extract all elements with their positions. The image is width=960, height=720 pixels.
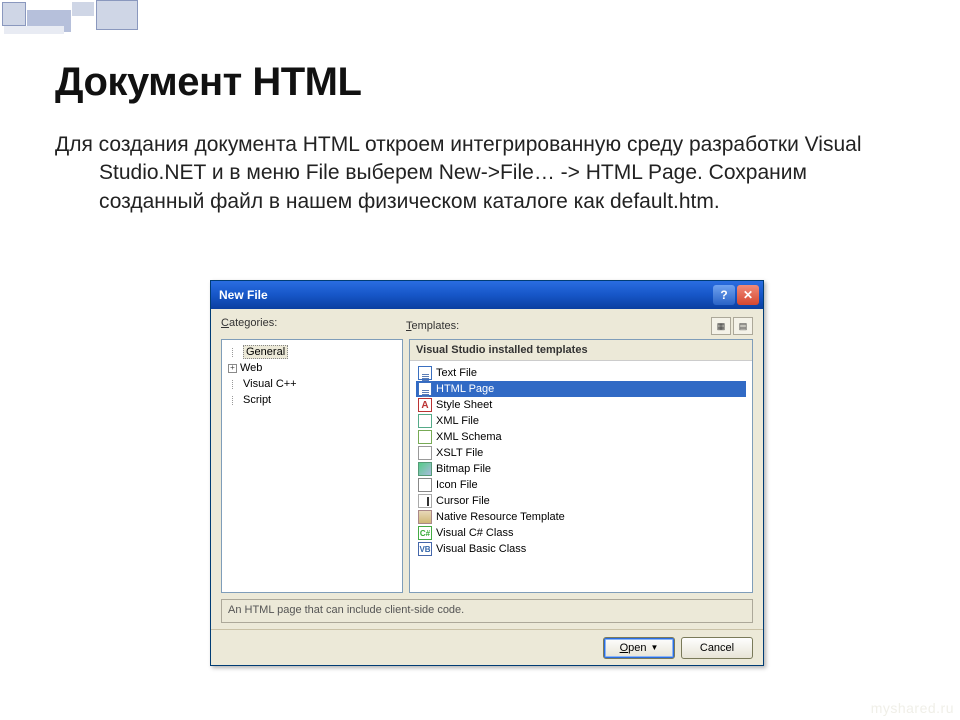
help-button[interactable]: ?: [713, 285, 735, 305]
template-item[interactable]: Native Resource Template: [416, 509, 746, 525]
template-item[interactable]: Icon File: [416, 477, 746, 493]
slide-decoration: [0, 0, 170, 45]
cursor-icon: [418, 494, 432, 508]
page-icon: [418, 382, 432, 396]
template-label: Icon File: [436, 479, 478, 491]
vb-icon: VB: [418, 542, 432, 556]
template-label: XML File: [436, 415, 479, 427]
template-item[interactable]: XML File: [416, 413, 746, 429]
template-item[interactable]: VB Visual Basic Class: [416, 541, 746, 557]
template-label: Style Sheet: [436, 399, 492, 411]
template-item[interactable]: HTML Page: [416, 381, 746, 397]
close-button[interactable]: ✕: [737, 285, 759, 305]
templates-group-header: Visual Studio installed templates: [410, 340, 752, 361]
template-label: Visual C# Class: [436, 527, 513, 539]
cs-icon: C#: [418, 526, 432, 540]
template-item[interactable]: XML Schema: [416, 429, 746, 445]
watermark: myshared.ru: [871, 700, 954, 716]
xslt-icon: [418, 446, 432, 460]
templates-list[interactable]: Visual Studio installed templates Text F…: [409, 339, 753, 593]
template-label: Text File: [436, 367, 477, 379]
category-label: Web: [240, 362, 262, 374]
schema-icon: [418, 430, 432, 444]
template-label: XML Schema: [436, 431, 502, 443]
category-label: General: [243, 345, 288, 359]
template-item[interactable]: Text File: [416, 365, 746, 381]
xml-icon: [418, 414, 432, 428]
expand-icon[interactable]: +: [228, 364, 237, 373]
category-label: Visual C++: [243, 378, 297, 390]
dialog-button-row: Open▼ Cancel: [211, 629, 763, 665]
cancel-button[interactable]: Cancel: [681, 637, 753, 659]
slide-heading: Документ HTML: [55, 60, 940, 105]
dialog-titlebar[interactable]: New File ? ✕: [211, 281, 763, 309]
category-label: Script: [243, 394, 271, 406]
view-large-icons-button[interactable]: ▦: [711, 317, 731, 335]
template-label: Native Resource Template: [436, 511, 565, 523]
new-file-dialog: New File ? ✕ Categories: Templates: ▦ ▤: [210, 280, 764, 666]
bmp-icon: [418, 462, 432, 476]
category-item[interactable]: Script: [226, 392, 398, 408]
category-item[interactable]: +Web: [226, 360, 398, 376]
template-label: Cursor File: [436, 495, 490, 507]
open-button[interactable]: Open▼: [603, 637, 675, 659]
native-icon: [418, 510, 432, 524]
page-icon: [418, 366, 432, 380]
style-icon: A: [418, 398, 432, 412]
template-label: XSLT File: [436, 447, 483, 459]
template-label: Visual Basic Class: [436, 543, 526, 555]
template-item[interactable]: Cursor File: [416, 493, 746, 509]
categories-label: Categories:: [221, 317, 406, 335]
templates-label: Templates:: [406, 320, 459, 332]
category-item[interactable]: Visual C++: [226, 376, 398, 392]
template-label: HTML Page: [436, 383, 494, 395]
template-label: Bitmap File: [436, 463, 491, 475]
template-item[interactable]: A Style Sheet: [416, 397, 746, 413]
slide-body-text: Для создания документа HTML откроем инте…: [55, 131, 875, 216]
view-small-icons-button[interactable]: ▤: [733, 317, 753, 335]
template-description: An HTML page that can include client-sid…: [221, 599, 753, 623]
icon-icon: [418, 478, 432, 492]
template-item[interactable]: Bitmap File: [416, 461, 746, 477]
template-item[interactable]: XSLT File: [416, 445, 746, 461]
template-item[interactable]: C# Visual C# Class: [416, 525, 746, 541]
category-item[interactable]: General: [226, 344, 398, 360]
dialog-title: New File: [219, 288, 711, 302]
categories-tree[interactable]: General+WebVisual C++Script: [221, 339, 403, 593]
